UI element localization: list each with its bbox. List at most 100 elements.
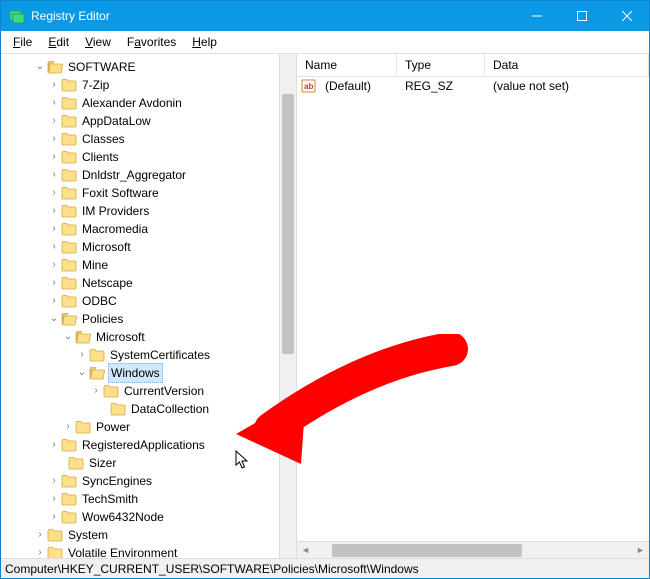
expand-icon[interactable]: ›: [47, 436, 61, 454]
tree-node[interactable]: ›AppDataLow: [5, 112, 296, 130]
expand-icon[interactable]: ›: [47, 508, 61, 526]
folder-icon: [89, 348, 105, 362]
tree-node[interactable]: › Dnldstr_Aggregator: [5, 166, 296, 184]
close-button[interactable]: [604, 1, 649, 31]
tree-node[interactable]: › Microsoft: [5, 238, 296, 256]
col-type[interactable]: Type: [397, 54, 485, 76]
tree-node[interactable]: ›Volatile Environment: [5, 544, 296, 558]
tree-label: CurrentVersion: [122, 382, 206, 400]
window-title: Registry Editor: [31, 9, 514, 23]
tree-label: Microsoft: [80, 238, 133, 256]
tree-label: Policies: [80, 310, 125, 328]
folder-icon: [61, 150, 77, 164]
folder-icon: [61, 276, 77, 290]
folder-icon: [61, 168, 77, 182]
content-area: ⌄SOFTWARE›7-Zip›Alexander Avdonin›AppDat…: [1, 54, 649, 558]
menu-view[interactable]: View: [78, 33, 118, 51]
tree-label: Alexander Avdonin: [80, 94, 184, 112]
tree-node[interactable]: › Macromedia: [5, 220, 296, 238]
expand-icon[interactable]: ›: [47, 130, 61, 148]
collapse-icon[interactable]: ⌄: [33, 58, 47, 76]
expand-icon[interactable]: ›: [75, 346, 89, 364]
tree-node[interactable]: › Alexander Avdonin: [5, 94, 296, 112]
tree-label: Sizer: [87, 454, 118, 472]
scroll-right-icon[interactable]: ►: [632, 545, 649, 555]
tree-node[interactable]: › Wow6432Node: [5, 508, 296, 526]
tree-node[interactable]: ›Netscape: [5, 274, 296, 292]
tree-node[interactable]: ›7-Zip: [5, 76, 296, 94]
menu-edit[interactable]: Edit: [41, 33, 76, 51]
tree-label: Microsoft: [94, 328, 147, 346]
col-data[interactable]: Data: [485, 54, 649, 76]
expand-icon[interactable]: ›: [47, 184, 61, 202]
expand-icon[interactable]: ›: [33, 544, 47, 558]
titlebar: Registry Editor: [1, 1, 649, 31]
tree-node[interactable]: ›Clients: [5, 148, 296, 166]
expand-icon[interactable]: ›: [47, 238, 61, 256]
tree-label: DataCollection: [129, 400, 211, 418]
scroll-left-icon[interactable]: ◄: [297, 545, 314, 555]
tree-node[interactable]: DataCollection: [5, 400, 296, 418]
tree-pane[interactable]: ⌄SOFTWARE›7-Zip›Alexander Avdonin›AppDat…: [1, 54, 297, 558]
tree-node[interactable]: ›Foxit Software: [5, 184, 296, 202]
expand-icon[interactable]: ›: [47, 292, 61, 310]
col-name[interactable]: Name: [297, 54, 397, 76]
tree-node[interactable]: ›SyncEngines: [5, 472, 296, 490]
collapse-icon[interactable]: ⌄: [47, 310, 61, 328]
tree-node-microsoft[interactable]: ⌄ Microsoft: [5, 328, 296, 346]
tree-scroll-thumb[interactable]: [282, 94, 294, 354]
list-hscroll[interactable]: ◄ ►: [297, 541, 649, 558]
tree-node[interactable]: ›Classes: [5, 130, 296, 148]
tree-label: Macromedia: [80, 220, 150, 238]
expand-icon[interactable]: ›: [47, 274, 61, 292]
list-header[interactable]: Name Type Data: [297, 54, 649, 77]
expand-icon[interactable]: ›: [61, 418, 75, 436]
expand-icon[interactable]: ›: [89, 382, 103, 400]
expand-icon[interactable]: ›: [47, 220, 61, 238]
tree-node[interactable]: › SystemCertificates: [5, 346, 296, 364]
expand-icon[interactable]: ›: [47, 202, 61, 220]
tree-node-windows[interactable]: ⌄ Windows: [5, 364, 296, 382]
value-name: (Default): [317, 79, 397, 93]
list-row[interactable]: ab (Default) REG_SZ (value not set): [297, 77, 649, 95]
tree-node[interactable]: › Mine: [5, 256, 296, 274]
maximize-button[interactable]: [559, 1, 604, 31]
tree-node-software[interactable]: ⌄ SOFTWARE: [5, 58, 296, 76]
expand-icon[interactable]: ›: [47, 472, 61, 490]
list-body[interactable]: ab (Default) REG_SZ (value not set): [297, 77, 649, 541]
tree-node-policies[interactable]: ⌄ Policies: [5, 310, 296, 328]
tree-label: SystemCertificates: [108, 346, 212, 364]
tree-node[interactable]: › CurrentVersion: [5, 382, 296, 400]
tree-label: Dnldstr_Aggregator: [80, 166, 188, 184]
expand-icon[interactable]: ›: [47, 94, 61, 112]
menu-favorites[interactable]: Favorites: [120, 33, 183, 51]
tree-node[interactable]: ›RegisteredApplications: [5, 436, 296, 454]
tree-node[interactable]: ›System: [5, 526, 296, 544]
status-path: Computer\HKEY_CURRENT_USER\SOFTWARE\Poli…: [5, 562, 419, 576]
tree-label: Power: [94, 418, 132, 436]
tree-label: Wow6432Node: [80, 508, 166, 526]
collapse-icon[interactable]: ⌄: [75, 364, 89, 382]
expand-icon[interactable]: ›: [47, 112, 61, 130]
tree-node[interactable]: › Power: [5, 418, 296, 436]
collapse-icon[interactable]: ⌄: [61, 328, 75, 346]
expand-icon[interactable]: ›: [47, 490, 61, 508]
list-hscroll-thumb[interactable]: [332, 544, 522, 557]
menu-file[interactable]: File: [6, 33, 39, 51]
menu-help[interactable]: Help: [185, 33, 224, 51]
expand-icon[interactable]: ›: [47, 166, 61, 184]
tree-label: Mine: [80, 256, 110, 274]
tree-node[interactable]: ›TechSmith: [5, 490, 296, 508]
tree-scrollbar[interactable]: [279, 54, 296, 558]
tree-node[interactable]: › ODBC: [5, 292, 296, 310]
expand-icon[interactable]: ›: [47, 256, 61, 274]
tree-node[interactable]: ›IM Providers: [5, 202, 296, 220]
expand-icon[interactable]: ›: [47, 148, 61, 166]
expand-icon[interactable]: ›: [47, 76, 61, 94]
minimize-button[interactable]: [514, 1, 559, 31]
expand-icon[interactable]: ›: [33, 526, 47, 544]
tree-label: SOFTWARE: [66, 58, 138, 76]
tree-label: Windows: [108, 363, 163, 383]
tree-label: ODBC: [80, 292, 119, 310]
tree-node[interactable]: Sizer: [5, 454, 296, 472]
